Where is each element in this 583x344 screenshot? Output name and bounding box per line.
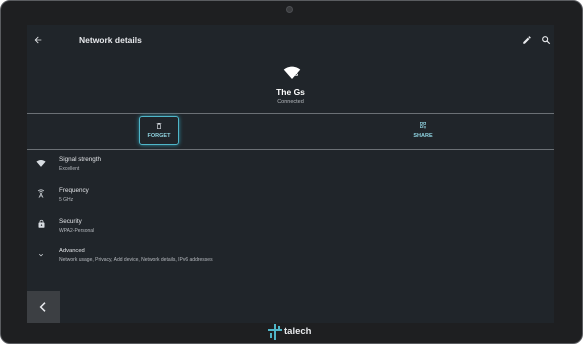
search-icon[interactable] <box>541 35 551 45</box>
detail-value: 5 GHz <box>59 197 74 203</box>
forget-label: FORGET <box>147 133 171 139</box>
divider-top <box>27 113 554 114</box>
brand-name: talech <box>284 326 312 337</box>
lock-icon <box>38 219 45 228</box>
screen: Network details 5 The Gs Connected FORGE… <box>27 25 554 323</box>
camera-dot <box>286 6 293 13</box>
qr-code-icon <box>420 122 426 129</box>
share-label: SHARE <box>413 133 433 139</box>
detail-value: Network usage, Privacy, Add device, Netw… <box>59 257 213 263</box>
detail-row-signal[interactable]: Signal strength Excellent <box>27 153 554 183</box>
detail-row-frequency[interactable]: Frequency 5 GHz <box>27 184 554 214</box>
divider-bottom <box>27 149 554 150</box>
band-badge: 5 <box>295 72 299 78</box>
page-title: Network details <box>79 35 142 45</box>
share-button[interactable]: SHARE <box>405 117 441 145</box>
talech-logo-icon <box>268 324 282 340</box>
detail-row-security[interactable]: Security WPA2-Personal <box>27 215 554 245</box>
detail-title: Signal strength <box>59 156 102 163</box>
network-name: The Gs <box>276 87 305 97</box>
wifi-signal-icon <box>36 159 46 167</box>
wifi-icon <box>283 66 301 79</box>
edit-icon[interactable] <box>522 35 532 45</box>
nav-back-button[interactable] <box>27 291 60 323</box>
trash-icon <box>156 123 162 129</box>
detail-row-advanced[interactable]: Advanced Network usage, Privacy, Add dev… <box>27 246 554 276</box>
detail-value: WPA2-Personal <box>59 228 95 234</box>
back-arrow-icon[interactable] <box>33 35 43 45</box>
connection-status: Connected <box>277 99 304 105</box>
detail-value: Excellent <box>59 166 80 172</box>
chevron-down-icon <box>39 253 43 257</box>
detail-title: Advanced <box>59 248 85 254</box>
antenna-icon <box>37 189 45 198</box>
chevron-left-icon <box>39 302 46 312</box>
detail-title: Security <box>59 218 82 225</box>
top-app-bar: Network details <box>27 25 554 55</box>
detail-title: Frequency <box>59 187 89 194</box>
forget-button[interactable]: FORGET <box>139 116 179 145</box>
